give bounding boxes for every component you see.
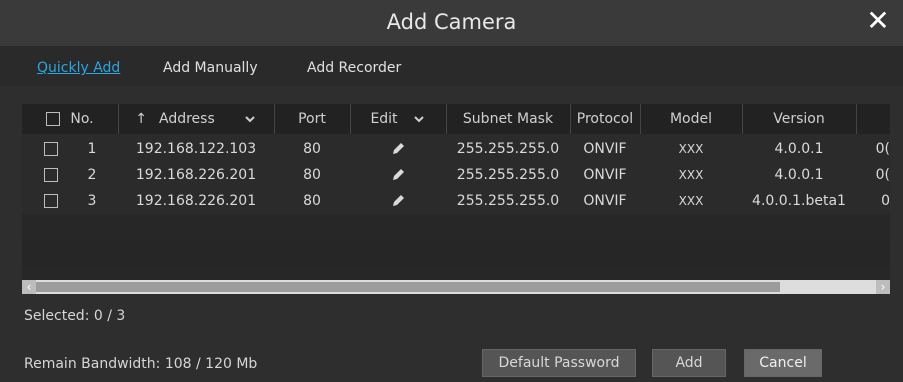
remain-bandwidth: Remain Bandwidth: 108 / 120 Mb xyxy=(24,356,258,372)
port-cell: 80 xyxy=(303,193,321,209)
tab-bar: Quickly Add Add Manually Add Recorder xyxy=(0,46,903,86)
subnet-mask-cell: 255.255.255.0 xyxy=(456,141,560,157)
address-cell: 192.168.226.201 xyxy=(135,167,257,183)
tab-add-recorder[interactable]: Add Recorder xyxy=(307,60,401,76)
scroll-right-icon[interactable]: › xyxy=(876,280,890,294)
version-cell: 4.0.0.1 xyxy=(774,167,824,183)
header-extra xyxy=(856,104,890,134)
header-subnet-mask: Subnet Mask xyxy=(446,104,571,134)
title-bar: Add Camera ✕ xyxy=(0,0,903,46)
empty-row xyxy=(22,214,890,240)
version-cell: 4.0.0.1.beta1 xyxy=(752,193,846,209)
add-button[interactable]: Add xyxy=(652,349,726,377)
extra-cell: 0 xyxy=(881,193,890,209)
row-checkbox[interactable] xyxy=(43,168,58,182)
address-cell: 192.168.122.103 xyxy=(135,141,257,157)
chevron-down-icon[interactable] xyxy=(243,112,257,126)
pencil-icon[interactable] xyxy=(391,142,405,156)
add-camera-dialog: Add Camera ✕ Quickly Add Add Manually Ad… xyxy=(0,0,903,382)
table-header: No. ↑ Address Port Edit Subnet Mask Prot… xyxy=(22,104,890,134)
sort-up-icon: ↑ xyxy=(135,111,147,127)
close-icon[interactable]: ✕ xyxy=(863,6,893,36)
protocol-cell: ONVIF xyxy=(583,193,627,209)
horizontal-scrollbar[interactable]: ‹ › xyxy=(22,280,890,294)
extra-cell: 0( xyxy=(875,167,890,183)
row-checkbox[interactable] xyxy=(43,194,58,208)
subnet-mask-cell: 255.255.255.0 xyxy=(456,167,560,183)
cancel-button[interactable]: Cancel xyxy=(744,349,822,377)
tab-quickly-add[interactable]: Quickly Add xyxy=(37,60,120,76)
model-cell: XXX xyxy=(678,168,704,182)
protocol-cell: ONVIF xyxy=(583,167,627,183)
pencil-icon[interactable] xyxy=(391,168,405,182)
subnet-mask-cell: 255.255.255.0 xyxy=(456,193,560,209)
table-row[interactable]: 1 192.168.122.103 80 255.255.255.0 ONVIF… xyxy=(22,136,890,162)
version-cell: 4.0.0.1 xyxy=(774,141,824,157)
table-row[interactable]: 2 192.168.226.201 80 255.255.255.0 ONVIF… xyxy=(22,162,890,188)
address-cell: 192.168.226.201 xyxy=(135,193,257,209)
port-cell: 80 xyxy=(303,167,321,183)
row-checkbox[interactable] xyxy=(43,142,58,156)
camera-table: No. ↑ Address Port Edit Subnet Mask Prot… xyxy=(22,104,890,294)
table-row[interactable]: 3 192.168.226.201 80 255.255.255.0 ONVIF… xyxy=(22,188,890,214)
scroll-left-icon[interactable]: ‹ xyxy=(22,280,36,294)
port-cell: 80 xyxy=(303,141,321,157)
empty-row xyxy=(22,240,890,266)
header-edit[interactable]: Edit xyxy=(350,104,447,134)
pencil-icon[interactable] xyxy=(391,194,405,208)
header-no: No. xyxy=(22,104,119,134)
extra-cell: 0( xyxy=(875,141,890,157)
scrollbar-thumb[interactable] xyxy=(36,282,780,292)
dialog-title: Add Camera xyxy=(386,10,517,34)
header-address[interactable]: ↑ Address xyxy=(118,104,275,134)
default-password-button[interactable]: Default Password xyxy=(482,349,636,377)
protocol-cell: ONVIF xyxy=(583,141,627,157)
select-all-checkbox[interactable] xyxy=(46,112,61,126)
model-cell: XXX xyxy=(678,142,704,156)
chevron-down-icon[interactable] xyxy=(412,112,426,126)
header-model: Model xyxy=(640,104,743,134)
selected-count: Selected: 0 / 3 xyxy=(24,308,126,324)
header-version: Version xyxy=(742,104,857,134)
model-cell: XXX xyxy=(678,194,704,208)
tab-add-manually[interactable]: Add Manually xyxy=(163,60,258,76)
header-port: Port xyxy=(274,104,351,134)
header-protocol: Protocol xyxy=(570,104,641,134)
